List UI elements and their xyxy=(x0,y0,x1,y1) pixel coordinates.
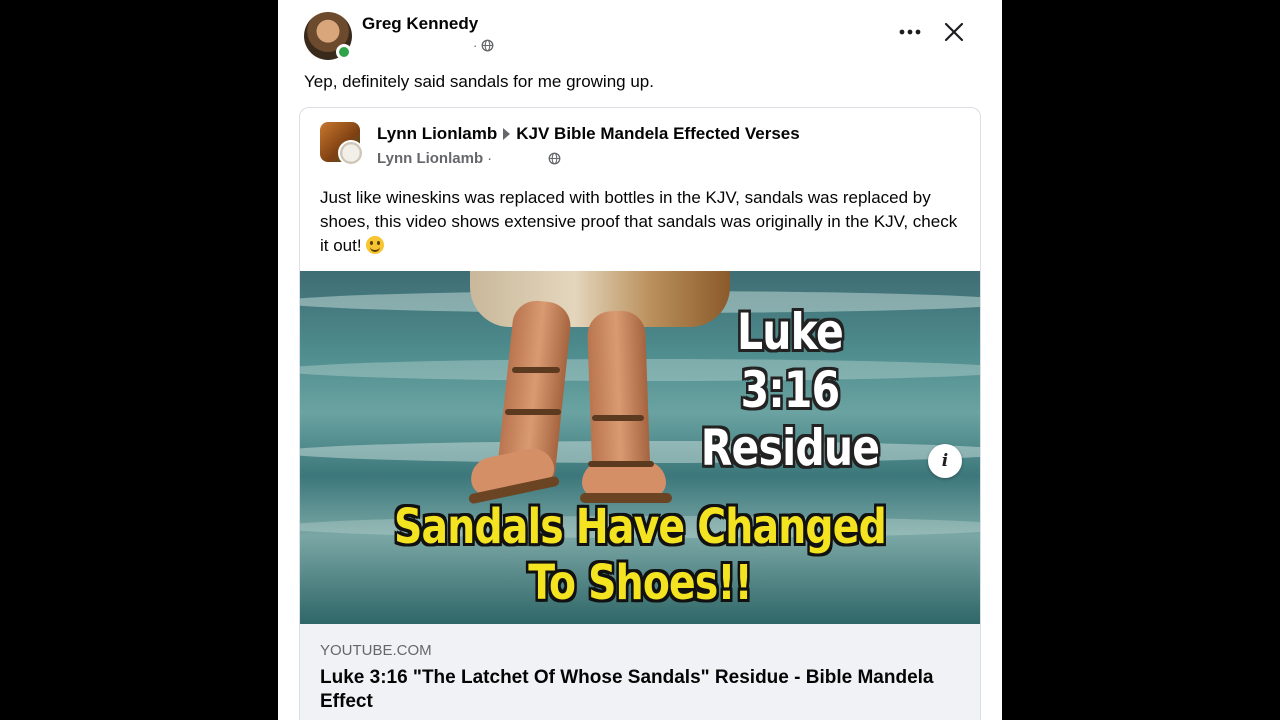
post-meta: · xyxy=(473,38,494,53)
close-icon xyxy=(944,22,964,42)
group-name[interactable]: KJV Bible Mandela Effected Verses xyxy=(516,124,799,144)
sub-separator: · xyxy=(487,150,493,167)
shared-sub-author[interactable]: Lynn Lionlamb xyxy=(377,150,483,167)
thumbnail-title: Luke 3:16 Residue xyxy=(700,303,880,477)
author-name[interactable]: Greg Kennedy xyxy=(362,14,478,34)
shared-post-text: Just like wineskins was replaced with bo… xyxy=(320,188,958,255)
shared-post-body: Just like wineskins was replaced with bo… xyxy=(320,186,960,258)
video-thumbnail[interactable]: Luke 3:16 Residue Sandals Have Changed T… xyxy=(300,271,980,624)
shared-author-avatar xyxy=(338,140,364,166)
more-options-button[interactable] xyxy=(898,20,922,44)
meta-separator: · xyxy=(473,38,478,53)
shared-post-card[interactable]: Lynn Lionlamb KJV Bible Mandela Effected… xyxy=(299,107,981,720)
sandal-strap xyxy=(592,415,644,421)
link-preview[interactable]: YOUTUBE.COM Luke 3:16 "The Latchet Of Wh… xyxy=(300,624,980,720)
shared-author-name[interactable]: Lynn Lionlamb xyxy=(377,124,497,144)
link-domain: YOUTUBE.COM xyxy=(320,642,432,659)
facebook-post: Greg Kennedy · Yep, definitely said sand… xyxy=(278,0,1002,720)
sandal-strap xyxy=(588,461,654,467)
info-button[interactable]: i xyxy=(928,444,962,478)
caret-right-icon xyxy=(503,128,511,140)
thumbnail-caption: Sandals Have Changed To Shoes!! xyxy=(394,499,887,611)
online-status-dot xyxy=(336,44,352,60)
sandal-strap xyxy=(505,409,561,415)
sandal-strap xyxy=(512,367,560,373)
shared-post-header: Lynn Lionlamb KJV Bible Mandela Effected… xyxy=(377,124,800,144)
shared-post-meta: Lynn Lionlamb · xyxy=(377,150,561,167)
more-horizontal-icon xyxy=(899,29,921,35)
globe-icon[interactable] xyxy=(481,39,494,52)
close-button[interactable] xyxy=(938,16,970,48)
group-avatar[interactable] xyxy=(320,122,364,166)
globe-icon[interactable] xyxy=(548,152,561,165)
info-icon: i xyxy=(941,451,949,471)
link-title[interactable]: Luke 3:16 "The Latchet Of Whose Sandals"… xyxy=(320,666,960,714)
page-background: Greg Kennedy · Yep, definitely said sand… xyxy=(0,0,1280,720)
post-text: Yep, definitely said sandals for me grow… xyxy=(304,72,654,91)
smile-emoji-icon xyxy=(366,236,385,254)
